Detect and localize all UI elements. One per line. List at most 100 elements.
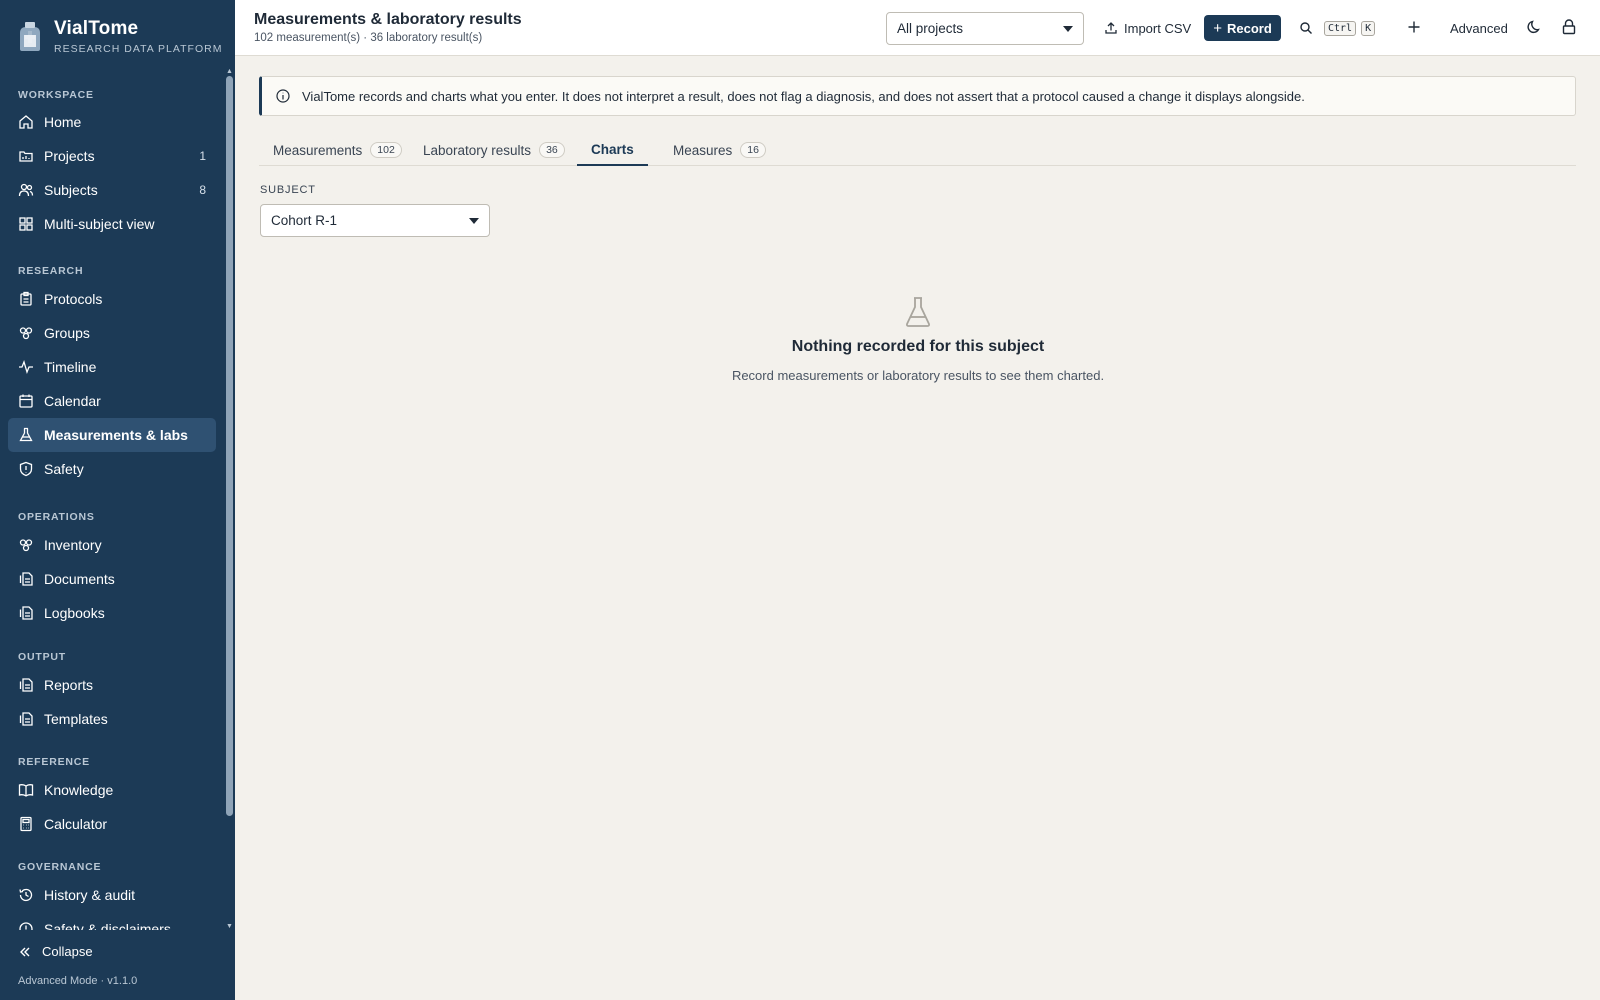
tab-label: Measurements xyxy=(273,142,363,158)
disclaimer-text: VialTome records and charts what you ent… xyxy=(302,88,1305,104)
sidebar-item-label: Calculator xyxy=(44,816,108,832)
sidebar-item-calculator[interactable]: Calculator xyxy=(8,807,216,841)
sidebar-item-history-audit[interactable]: History & audit xyxy=(8,878,216,912)
search-button[interactable]: Ctrl K xyxy=(1299,14,1376,42)
subject-label: SUBJECT xyxy=(260,184,316,196)
sidebar-item-label: History & audit xyxy=(44,887,136,903)
sidebar-item-label: Subjects xyxy=(44,182,98,198)
history-icon xyxy=(18,887,34,903)
moon-icon[interactable] xyxy=(1526,18,1544,36)
subjects-count: 8 xyxy=(199,183,206,197)
sidebar-item-label: Safety & disclaimers xyxy=(44,921,171,930)
sidebar-item-logbooks[interactable]: Logbooks xyxy=(8,596,216,630)
chevron-down-icon xyxy=(1063,26,1073,32)
tab-measures[interactable]: Measures 16 xyxy=(659,134,780,166)
page-title: Measurements & laboratory results xyxy=(254,11,522,28)
section-label-governance: GOVERNANCE xyxy=(18,861,102,873)
sidebar-item-label: Measurements & labs xyxy=(44,427,188,443)
kbd-ctrl: Ctrl xyxy=(1324,20,1357,36)
sidebar-item-label: Protocols xyxy=(44,291,103,307)
empty-state-title: Nothing recorded for this subject xyxy=(791,338,1045,355)
sidebar-item-label: Logbooks xyxy=(44,605,105,621)
double-chevron-left-icon xyxy=(20,947,30,956)
sidebar-item-projects[interactable]: Projects 1 xyxy=(8,139,216,173)
tab-count-badge: 36 xyxy=(539,142,565,158)
sidebar-item-label: Templates xyxy=(44,711,108,727)
sidebar-item-label: Documents xyxy=(44,571,115,587)
sidebar-item-inventory[interactable]: Inventory xyxy=(8,528,216,562)
sidebar-item-timeline[interactable]: Timeline xyxy=(8,350,216,384)
record-button[interactable]: + Record xyxy=(1204,15,1281,41)
scroll-up-icon[interactable]: ▲ xyxy=(226,68,233,75)
sidebar-item-label: Reports xyxy=(44,677,94,693)
sidebar-item-label: Home xyxy=(44,114,82,130)
sidebar-item-knowledge[interactable]: Knowledge xyxy=(8,773,216,807)
tab-measurements[interactable]: Measurements 102 xyxy=(259,134,416,166)
sidebar-item-safety[interactable]: Safety xyxy=(8,452,216,486)
clipboard-icon xyxy=(18,291,34,307)
grid-icon xyxy=(18,216,34,232)
sidebar-item-safety-disclaimers[interactable]: Safety & disclaimers xyxy=(8,912,216,930)
sidebar-item-label: Projects xyxy=(44,148,95,164)
sidebar-item-label: Calendar xyxy=(44,393,101,409)
scrollbar-thumb[interactable] xyxy=(226,76,233,816)
tab-laboratory-results[interactable]: Laboratory results 36 xyxy=(409,134,579,166)
shield-icon xyxy=(18,461,34,477)
brand-subtitle: RESEARCH DATA PLATFORM xyxy=(54,42,223,55)
sidebar-item-label: Inventory xyxy=(44,537,102,553)
tab-charts[interactable]: Charts xyxy=(577,134,648,166)
import-csv-label: Import CSV xyxy=(1124,20,1192,36)
users-icon xyxy=(18,182,34,198)
section-label-research: RESEARCH xyxy=(18,265,84,277)
search-icon xyxy=(1300,22,1312,34)
sidebar-item-measurements-labs[interactable]: Measurements & labs xyxy=(8,418,216,452)
collapse-button[interactable]: Collapse xyxy=(18,944,93,959)
sidebar-item-multi-subject-view[interactable]: Multi-subject view xyxy=(8,207,216,241)
project-select-value: All projects xyxy=(897,21,964,36)
sidebar-item-documents[interactable]: Documents xyxy=(8,562,216,596)
flask-icon xyxy=(906,297,930,327)
tab-label: Measures xyxy=(673,142,733,158)
tab-bar: Measurements 102 Laboratory results 36 C… xyxy=(259,134,1576,166)
sidebar-item-protocols[interactable]: Protocols xyxy=(8,282,216,316)
section-label-operations: OPERATIONS xyxy=(18,511,95,523)
kbd-k: K xyxy=(1361,20,1376,36)
project-select[interactable]: All projects xyxy=(886,12,1084,45)
info-icon xyxy=(276,89,290,103)
template-icon xyxy=(18,711,34,727)
plus-icon: + xyxy=(1213,19,1222,37)
subject-select[interactable]: Cohort R-1 xyxy=(260,204,490,237)
book-icon xyxy=(18,782,34,798)
disclaimer-notice: VialTome records and charts what you ent… xyxy=(259,76,1576,116)
import-csv-button[interactable]: Import CSV xyxy=(1104,14,1191,42)
sidebar-item-label: Knowledge xyxy=(44,782,114,798)
sidebar-item-groups[interactable]: Groups xyxy=(8,316,216,350)
sidebar-item-templates[interactable]: Templates xyxy=(8,702,216,736)
upload-icon xyxy=(1105,22,1117,34)
alert-icon xyxy=(18,921,34,930)
sidebar-item-reports[interactable]: Reports xyxy=(8,668,216,702)
sidebar-item-subjects[interactable]: Subjects 8 xyxy=(8,173,216,207)
sidebar-item-label: Multi-subject view xyxy=(44,216,155,232)
documents-icon xyxy=(18,571,34,587)
advanced-button[interactable]: Advanced xyxy=(1450,14,1508,42)
sidebar: VialTome RESEARCH DATA PLATFORM WORKSPAC… xyxy=(0,0,235,1000)
brand[interactable]: VialTome RESEARCH DATA PLATFORM xyxy=(16,14,222,58)
sidebar-item-home[interactable]: Home xyxy=(8,105,216,139)
scroll-down-icon[interactable]: ▼ xyxy=(226,923,233,930)
sidebar-nav: WORKSPACE Home Projects 1 Subjects 8 Mul… xyxy=(0,68,224,930)
sidebar-item-label: Groups xyxy=(44,325,90,341)
lock-icon[interactable] xyxy=(1560,18,1578,36)
calendar-icon xyxy=(18,393,34,409)
section-label-output: OUTPUT xyxy=(18,651,66,663)
sidebar-scrollbar[interactable]: ▲ ▼ xyxy=(224,68,235,930)
add-icon[interactable] xyxy=(1405,18,1423,36)
top-header: Measurements & laboratory results 102 me… xyxy=(235,0,1600,56)
sidebar-item-calendar[interactable]: Calendar xyxy=(8,384,216,418)
collapse-label: Collapse xyxy=(42,944,93,959)
logbook-icon xyxy=(18,605,34,621)
chevron-down-icon xyxy=(469,218,479,224)
brand-name: VialTome xyxy=(54,17,139,39)
sidebar-item-label: Safety xyxy=(44,461,84,477)
record-label: Record xyxy=(1226,20,1272,36)
